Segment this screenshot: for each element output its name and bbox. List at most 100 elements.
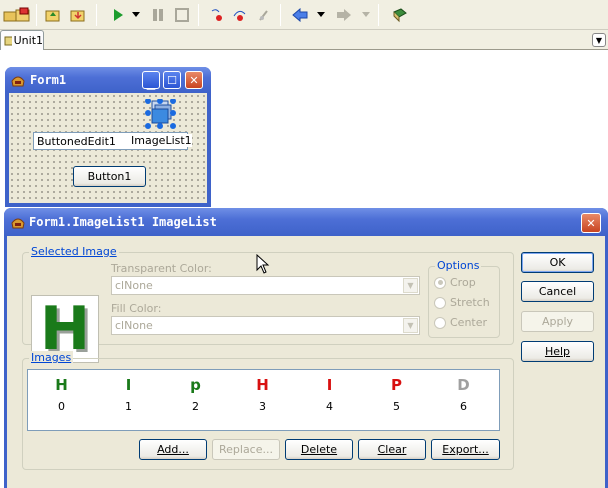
apply-button[interactable]: Apply [521,311,594,332]
toolbar-separator [198,4,199,26]
chevron-down-icon[interactable]: ▼ [403,318,418,333]
delete-label: Delete [300,443,338,456]
options-label: Options [435,259,482,272]
add-button[interactable]: Add... [139,439,207,460]
help-book-icon[interactable] [390,5,410,25]
fill-color-combo[interactable]: clNone ▼ [111,316,420,335]
toolbar-separator [36,4,37,26]
toolbar-separator [280,4,281,26]
open-project-icon[interactable] [43,5,63,25]
app-helmet-icon [11,76,25,87]
stop-icon[interactable] [172,5,192,25]
toolbar-separator [378,4,379,26]
delete-button[interactable]: Delete [285,439,353,460]
images-label: Images [29,351,74,364]
close-icon: ✕ [189,73,199,87]
radio-icon [434,276,446,289]
image-item[interactable]: H 3 [229,370,296,430]
pause-icon[interactable] [148,5,168,25]
preview-glyph: H [39,294,91,364]
image-item[interactable]: I 1 [95,370,162,430]
export-button[interactable]: Export... [431,439,500,460]
option-crop-radio[interactable]: Crop [434,276,476,289]
close-button[interactable]: ✕ [185,71,203,89]
image-thumb: D [457,376,470,394]
image-thumb: I [326,376,333,394]
buttoned-edit-text: ButtonedEdit1 [37,135,116,148]
image-list-icon [145,98,176,129]
image-item[interactable]: P 5 [363,370,430,430]
clear-button[interactable]: Clear [358,439,426,460]
forward-dropdown-icon[interactable] [360,5,372,25]
dialog-close-button[interactable]: ✕ [581,213,601,233]
forward-icon[interactable] [334,5,354,25]
option-stretch-radio[interactable]: Stretch [434,296,490,309]
option-center-label: Center [450,316,488,329]
imagelist-editor-dialog[interactable]: Form1.ImageList1 ImageList ✕ Selected Im… [4,208,608,488]
image-list-component[interactable] [144,98,176,129]
help-button[interactable]: Help [521,341,594,362]
save-all-icon[interactable] [68,5,88,25]
step-over-icon[interactable] [230,5,250,25]
image-item[interactable]: H 0 [28,370,95,430]
image-list-caption: ImageList1 [131,134,192,147]
fill-color-label: Fill Color: [111,302,162,315]
image-thumb: P [391,376,402,394]
transparent-color-label: Transparent Color: [111,262,212,275]
ok-label: OK [549,256,566,269]
tab-unit1[interactable]: Unit1 [0,30,44,50]
image-thumb: H [256,376,269,394]
form1-title: Form1 [30,73,67,87]
replace-button[interactable]: Replace... [212,439,280,460]
chevron-down-icon: ▼ [595,35,603,45]
form1-titlebar[interactable]: Form1 ▁ ☐ ✕ [5,67,211,93]
button1[interactable]: Button1 [73,166,146,187]
chevron-down-icon[interactable]: ▼ [403,278,418,293]
clear-label: Clear [377,443,407,456]
tab-label: Unit1 [13,34,43,47]
save-icon[interactable] [13,5,33,25]
maximize-icon: ☐ [167,73,177,87]
selected-image-label: Selected Image [29,245,119,258]
back-dropdown-icon[interactable] [315,5,327,25]
step-into-icon[interactable] [206,5,226,25]
image-item[interactable]: p 2 [162,370,229,430]
transparent-color-combo[interactable]: clNone ▼ [111,276,420,295]
help-label: Help [544,345,571,358]
unit-file-icon [4,36,12,46]
image-index: 3 [259,400,266,413]
run-icon[interactable] [108,5,128,25]
image-item[interactable]: D 6 [430,370,497,430]
app-helmet-icon [11,218,25,229]
option-crop-label: Crop [450,276,476,289]
run-dropdown-icon[interactable] [130,5,142,25]
dialog-titlebar[interactable]: Form1.ImageList1 ImageList ✕ [4,208,608,236]
apply-label: Apply [541,315,574,328]
image-index: 4 [326,400,333,413]
form1-design-surface[interactable]: ButtonedEdit1 ImageList1 Button1 [9,93,207,203]
minimize-button[interactable]: ▁ [142,71,160,90]
images-listview[interactable]: H 0 I 1 p 2 H 3 I 4 P 5 D 6 [27,369,500,431]
button1-label: Button1 [87,170,132,183]
ide-toolbar [0,0,608,30]
image-index: 1 [125,400,132,413]
image-index: 6 [460,400,467,413]
radio-icon [434,316,446,329]
maximize-button[interactable]: ☐ [163,71,181,89]
ok-button[interactable]: OK [521,252,594,273]
cancel-label: Cancel [538,285,577,298]
image-item[interactable]: I 4 [296,370,363,430]
run-to-cursor-icon[interactable] [254,5,274,25]
minimize-icon: ▁ [146,76,156,90]
image-thumb: H [55,376,68,394]
radio-icon [434,296,446,309]
cancel-button[interactable]: Cancel [521,281,594,302]
option-stretch-label: Stretch [450,296,490,309]
image-thumb: p [190,376,201,394]
image-thumb: I [125,376,132,394]
tabs-dropdown-button[interactable]: ▼ [592,33,606,47]
back-icon[interactable] [290,5,310,25]
option-center-radio[interactable]: Center [434,316,487,329]
toolbar-separator [96,4,97,26]
form1-window[interactable]: Form1 ▁ ☐ ✕ ButtonedEdit1 ImageList1 But… [5,67,211,207]
